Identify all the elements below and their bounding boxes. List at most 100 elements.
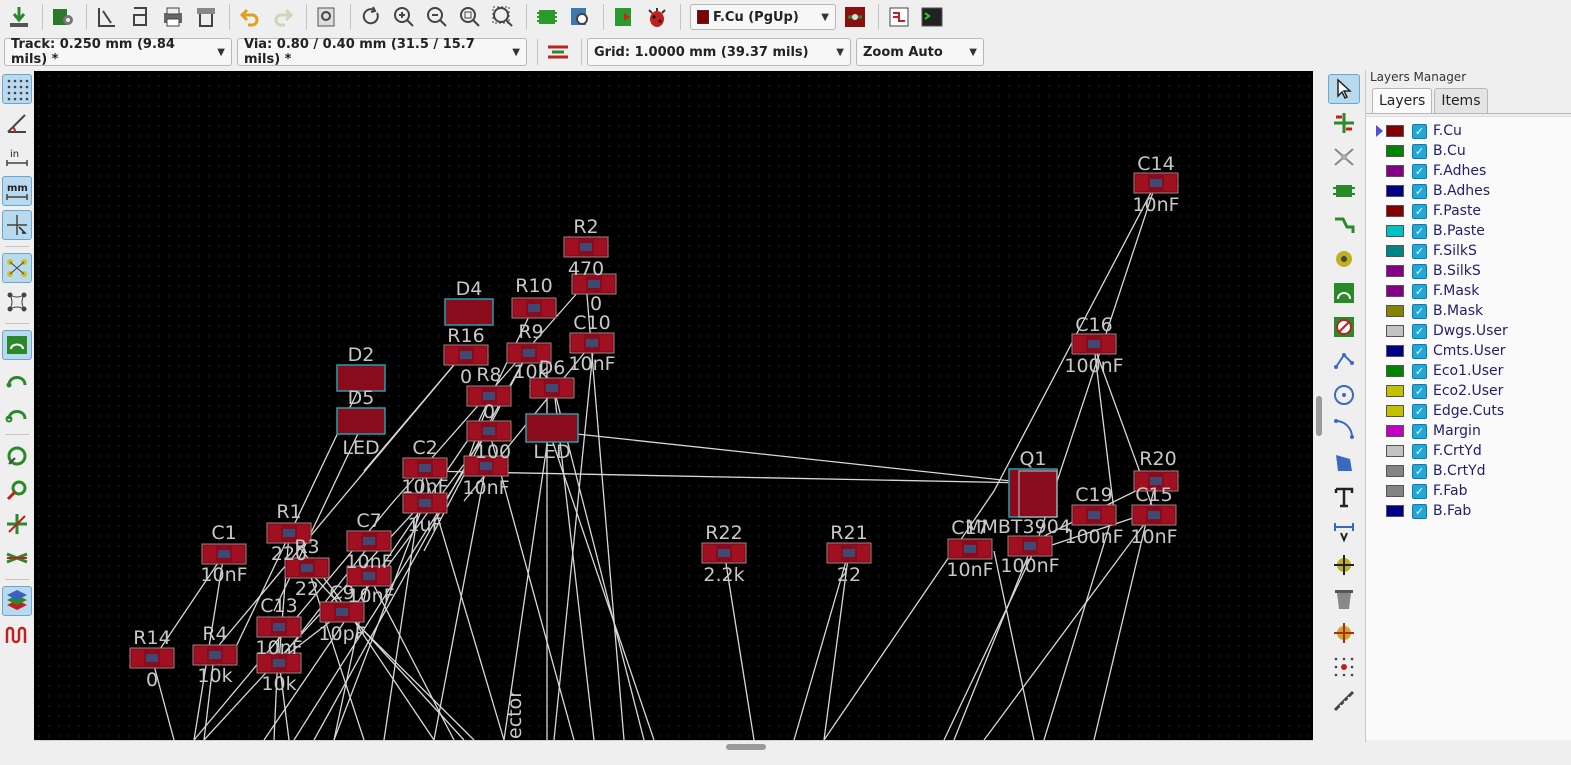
layer-row-b-crtyd[interactable]: ✓ B.CrtYd xyxy=(1366,461,1571,481)
layer-color-swatch[interactable] xyxy=(1386,345,1404,357)
undo-icon[interactable] xyxy=(235,2,265,32)
layer-visibility-checkbox[interactable]: ✓ xyxy=(1412,163,1427,179)
vertical-scrollbar[interactable] xyxy=(1313,71,1325,740)
via-sketch-icon[interactable] xyxy=(2,475,32,505)
drill-origin-icon[interactable] xyxy=(1328,618,1360,648)
layer-visibility-checkbox[interactable]: ✓ xyxy=(1412,443,1427,459)
layer-visibility-checkbox[interactable]: ✓ xyxy=(1412,263,1427,279)
local-ratsnest-icon[interactable] xyxy=(1328,142,1360,172)
add-keepout-icon[interactable] xyxy=(1328,312,1360,342)
layer-pair-icon[interactable] xyxy=(840,2,870,32)
add-via-icon[interactable] xyxy=(1328,244,1360,274)
grid-origin-icon[interactable] xyxy=(1328,652,1360,682)
schematic-icon[interactable] xyxy=(884,2,914,32)
layer-row-dwgs-user[interactable]: ✓ Dwgs.User xyxy=(1366,321,1571,341)
auto-track-width-icon[interactable] xyxy=(543,37,573,67)
footprint-editor-icon[interactable] xyxy=(532,2,562,32)
layer-color-swatch[interactable] xyxy=(1386,265,1404,277)
zone-sketch-icon[interactable] xyxy=(2,398,32,428)
plot-icon[interactable] xyxy=(125,2,155,32)
curved-ratsnest-icon[interactable] xyxy=(2,287,32,317)
units-inch-icon[interactable]: in xyxy=(2,142,32,172)
layer-color-swatch[interactable] xyxy=(1386,205,1404,217)
microwave-tools-icon[interactable] xyxy=(2,620,32,650)
horizontal-scrollbar[interactable] xyxy=(34,740,1313,752)
units-mm-icon[interactable]: mm xyxy=(2,176,32,206)
layer-color-swatch[interactable] xyxy=(1386,145,1404,157)
layer-row-f-fab[interactable]: ✓ F.Fab xyxy=(1366,481,1571,501)
ratsnest-icon[interactable] xyxy=(2,253,32,283)
add-zone-icon[interactable] xyxy=(1328,278,1360,308)
layer-row-eco2-user[interactable]: ✓ Eco2.User xyxy=(1366,381,1571,401)
layer-visibility-checkbox[interactable]: ✓ xyxy=(1412,483,1427,499)
add-text-icon[interactable] xyxy=(1328,482,1360,512)
active-layer-select[interactable]: F.Cu (PgUp) ▼ xyxy=(690,4,836,30)
zone-fill-icon[interactable] xyxy=(2,330,32,360)
footprint-viewer-icon[interactable] xyxy=(565,2,595,32)
layer-color-swatch[interactable] xyxy=(1386,385,1404,397)
layer-row-b-cu[interactable]: ✓ B.Cu xyxy=(1366,141,1571,161)
layer-color-swatch[interactable] xyxy=(1386,365,1404,377)
page-settings-icon[interactable] xyxy=(92,2,122,32)
zoom-selection-icon[interactable] xyxy=(488,2,518,32)
board-setup-icon[interactable] xyxy=(48,2,78,32)
draw-arc-icon[interactable] xyxy=(1328,414,1360,444)
layer-visibility-checkbox[interactable]: ✓ xyxy=(1412,143,1427,159)
update-pcb-icon[interactable] xyxy=(609,2,639,32)
layer-visibility-checkbox[interactable]: ✓ xyxy=(1412,503,1427,519)
layers-manager-toggle-icon[interactable] xyxy=(2,586,32,616)
measure-icon[interactable] xyxy=(1328,686,1360,716)
scripting-console-icon[interactable] xyxy=(917,2,947,32)
plot-output-icon[interactable] xyxy=(191,2,221,32)
layer-visibility-checkbox[interactable]: ✓ xyxy=(1412,343,1427,359)
track-sketch-icon[interactable] xyxy=(2,509,32,539)
layer-row-f-paste[interactable]: ✓ F.Paste xyxy=(1366,201,1571,221)
layer-row-b-paste[interactable]: ✓ B.Paste xyxy=(1366,221,1571,241)
layer-visibility-checkbox[interactable]: ✓ xyxy=(1412,363,1427,379)
save-board-icon[interactable] xyxy=(4,2,34,32)
layer-visibility-checkbox[interactable]: ✓ xyxy=(1412,223,1427,239)
drc-icon[interactable] xyxy=(642,2,672,32)
layer-color-swatch[interactable] xyxy=(1386,225,1404,237)
zoom-select[interactable]: Zoom Auto ▼ xyxy=(856,38,984,66)
draw-circle-icon[interactable] xyxy=(1328,380,1360,410)
layer-visibility-checkbox[interactable]: ✓ xyxy=(1412,303,1427,319)
layer-color-swatch[interactable] xyxy=(1386,245,1404,257)
layer-color-swatch[interactable] xyxy=(1386,185,1404,197)
scrollbar-thumb[interactable] xyxy=(1316,396,1322,436)
print-icon[interactable] xyxy=(158,2,188,32)
delete-icon[interactable] xyxy=(1328,584,1360,614)
draw-polygon-icon[interactable] xyxy=(1328,448,1360,478)
zoom-fit-icon[interactable] xyxy=(455,2,485,32)
layer-row-eco1-user[interactable]: ✓ Eco1.User xyxy=(1366,361,1571,381)
layer-row-f-crtyd[interactable]: ✓ F.CrtYd xyxy=(1366,441,1571,461)
redo-icon[interactable] xyxy=(268,2,298,32)
via-size-select[interactable]: Via: 0.80 / 0.40 mm (31.5 / 15.7 mils) *… xyxy=(237,37,527,67)
full-crosshair-icon[interactable] xyxy=(2,210,32,240)
layer-row-b-fab[interactable]: ✓ B.Fab xyxy=(1366,501,1571,521)
layer-visibility-checkbox[interactable]: ✓ xyxy=(1412,243,1427,259)
layer-row-margin[interactable]: ✓ Margin xyxy=(1366,421,1571,441)
layer-color-swatch[interactable] xyxy=(1386,165,1404,177)
zoom-out-icon[interactable] xyxy=(422,2,452,32)
high-contrast-icon[interactable] xyxy=(2,543,32,573)
layer-visibility-checkbox[interactable]: ✓ xyxy=(1412,323,1427,339)
layer-visibility-checkbox[interactable]: ✓ xyxy=(1412,383,1427,399)
grid-toggle-icon[interactable] xyxy=(2,74,32,104)
layer-color-swatch[interactable] xyxy=(1386,405,1404,417)
select-arrow-icon[interactable] xyxy=(1328,74,1360,104)
layer-color-swatch[interactable] xyxy=(1386,125,1404,137)
add-dimension-icon[interactable] xyxy=(1328,516,1360,546)
scrollbar-thumb[interactable] xyxy=(726,744,766,750)
layer-visibility-checkbox[interactable]: ✓ xyxy=(1412,203,1427,219)
layer-row-b-mask[interactable]: ✓ B.Mask xyxy=(1366,301,1571,321)
layer-row-cmts-user[interactable]: ✓ Cmts.User xyxy=(1366,341,1571,361)
layer-row-b-silks[interactable]: ✓ B.SilkS xyxy=(1366,261,1571,281)
pad-sketch-icon[interactable] xyxy=(2,441,32,471)
layer-row-f-cu[interactable]: ✓ F.Cu xyxy=(1366,121,1571,141)
layer-color-swatch[interactable] xyxy=(1386,445,1404,457)
layer-color-swatch[interactable] xyxy=(1386,485,1404,497)
tab-layers[interactable]: Layers xyxy=(1372,88,1433,113)
layer-row-f-adhes[interactable]: ✓ F.Adhes xyxy=(1366,161,1571,181)
layer-visibility-checkbox[interactable]: ✓ xyxy=(1412,283,1427,299)
